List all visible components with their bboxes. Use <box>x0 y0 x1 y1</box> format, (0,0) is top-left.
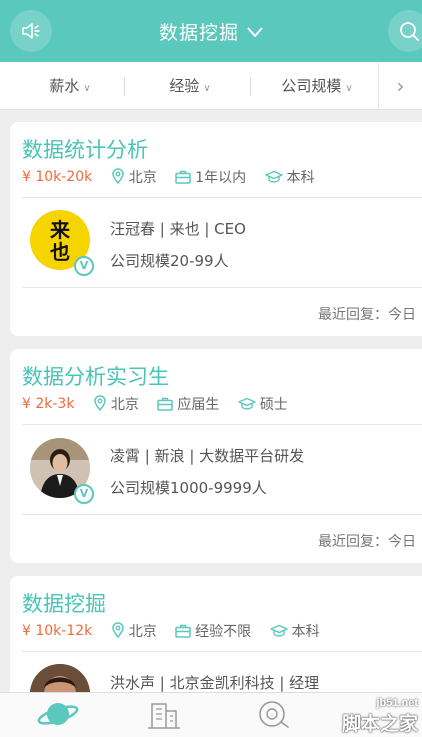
job-education: 硕士 <box>238 394 288 414</box>
site-watermark: jb51.net 脚本之家 <box>310 697 422 737</box>
location-pin-icon <box>111 168 124 185</box>
divider <box>22 287 422 288</box>
verified-badge-icon: V <box>74 484 94 504</box>
graduation-cap-icon <box>264 170 283 183</box>
last-reply: 最近回复：今日 <box>318 307 416 323</box>
recruiter-info: 洪水声 | 北京金凯利科技 | 经理 <box>110 674 320 692</box>
building-icon <box>148 703 180 729</box>
chevron-right-icon: › <box>396 74 405 98</box>
watermark-title: 脚本之家 <box>341 713 418 735</box>
job-meta: ¥ 10k-20k 北京 1年以内 本科 <box>22 167 329 187</box>
job-card[interactable]: 数据统计分析 ¥ 10k-20k 北京 1年以内 本科 来 也 V 汪冠春 | … <box>10 122 422 336</box>
job-experience: 1年以内 <box>175 167 246 187</box>
top-nav-bar: 数据挖掘 <box>0 0 422 62</box>
job-title: 数据分析实习生 <box>22 365 169 389</box>
briefcase-icon <box>175 170 191 184</box>
recruiter-info: 汪冠春 | 来也 | CEO <box>110 220 246 238</box>
job-title: 数据统计分析 <box>22 138 148 162</box>
chevron-down-icon: ∨ <box>345 83 353 94</box>
job-city: 北京 <box>128 624 157 640</box>
filter-company-size[interactable]: 公司规模 ∨ <box>262 62 372 110</box>
job-education-text: 本科 <box>291 624 320 640</box>
page-title[interactable]: 数据挖掘 <box>0 18 422 45</box>
job-salary: ¥ 10k-20k <box>22 169 93 185</box>
filter-salary[interactable]: 薪水 ∨ <box>20 62 120 110</box>
graduation-cap-icon <box>238 397 256 410</box>
job-education-text: 硕士 <box>259 397 288 413</box>
location-pin-icon <box>111 622 124 639</box>
filter-divider <box>124 77 125 96</box>
tab-companies[interactable]: 公司 <box>134 699 194 733</box>
planet-icon <box>37 703 79 725</box>
graduation-cap-icon <box>269 624 288 637</box>
job-card[interactable]: 数据分析实习生 ¥ 2k-3k 北京 应届生 硕士 V 凌霄 | 新浪 | 大数… <box>10 349 422 563</box>
company-size: 公司规模20-99人 <box>110 252 229 270</box>
filter-bar: 薪水 ∨ 经验 ∨ 公司规模 ∨ › <box>0 62 422 110</box>
chevron-down-icon: ∨ <box>203 83 211 94</box>
watermark-domain: jb51.net <box>376 697 418 709</box>
divider <box>22 197 422 198</box>
job-experience: 经验不限 <box>175 621 251 641</box>
briefcase-icon <box>175 624 191 638</box>
job-location: 北京 <box>111 167 157 187</box>
chat-icon <box>259 701 289 728</box>
filter-more-button[interactable]: › <box>378 62 422 110</box>
job-city: 北京 <box>128 170 157 186</box>
job-city: 北京 <box>110 397 139 413</box>
job-title: 数据挖掘 <box>22 592 106 616</box>
job-meta: ¥ 2k-3k 北京 应届生 硕士 <box>22 394 302 414</box>
job-location: 北京 <box>93 394 139 414</box>
briefcase-icon <box>157 397 174 411</box>
job-experience: 应届生 <box>157 394 219 414</box>
filter-divider <box>250 77 251 96</box>
job-education-text: 本科 <box>286 170 315 186</box>
recruiter-info: 凌霄 | 新浪 | 大数据平台研发 <box>110 447 305 465</box>
chevron-down-icon: ∨ <box>83 83 91 94</box>
search-button[interactable] <box>388 10 422 52</box>
svg-text:来: 来 <box>49 218 71 242</box>
job-salary: ¥ 2k-3k <box>22 396 75 412</box>
tab-jobs[interactable]: 职位 <box>28 699 88 733</box>
divider <box>22 514 422 515</box>
location-pin-icon <box>94 395 106 412</box>
filter-experience[interactable]: 经验 ∨ <box>140 62 240 110</box>
job-experience-text: 应届生 <box>177 397 220 413</box>
job-salary: ¥ 10k-12k <box>22 623 93 639</box>
dropdown-triangle-icon <box>247 27 263 37</box>
job-education: 本科 <box>269 621 320 641</box>
divider <box>22 424 422 425</box>
company-size: 公司规模1000-9999人 <box>110 479 267 497</box>
search-icon <box>400 22 419 41</box>
svg-text:也: 也 <box>50 240 70 264</box>
job-experience-text: 经验不限 <box>195 624 252 640</box>
verified-badge-icon: V <box>74 256 94 276</box>
tab-messages[interactable]: 消息 <box>244 699 304 733</box>
divider <box>22 651 422 652</box>
job-experience-text: 1年以内 <box>195 170 247 186</box>
last-reply: 最近回复：今日 <box>318 534 416 550</box>
filter-experience-label: 经验 <box>169 77 200 95</box>
page-title-text: 数据挖掘 <box>158 22 239 44</box>
job-meta: ¥ 10k-12k 北京 经验不限 本科 <box>22 621 334 641</box>
filter-salary-label: 薪水 <box>49 77 80 95</box>
filter-company-size-label: 公司规模 <box>281 77 342 95</box>
job-education: 本科 <box>264 167 315 187</box>
job-location: 北京 <box>111 621 157 641</box>
